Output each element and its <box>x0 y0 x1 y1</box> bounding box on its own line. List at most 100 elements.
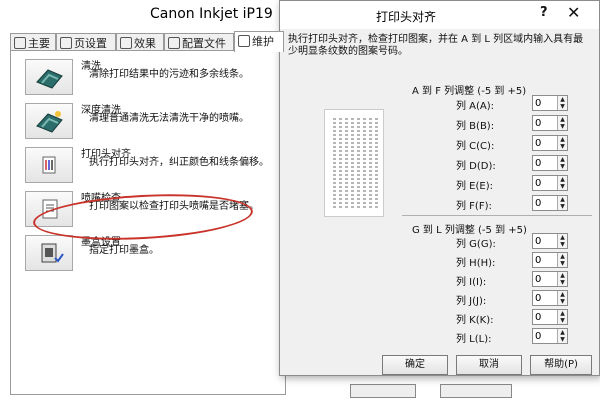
column-f-stepper[interactable]: ▲ ▼ <box>532 195 568 211</box>
column-d-input[interactable] <box>535 157 555 169</box>
item-description: 清除打印结果中的污迹和多余线条。 <box>89 69 249 80</box>
column-j-input[interactable] <box>535 292 555 304</box>
head-alignment-icon <box>42 156 56 174</box>
maintenance-item-deep-cleaning: 深度清洗 清理普通清洗无法清洗干净的喷嘴。 <box>25 101 275 145</box>
cartridge-settings-icon <box>41 243 64 263</box>
dialog-description: 执行打印头对齐，检查打印图案，并在 A 到 L 列区域内输入具有最少明显条纹数的… <box>288 34 584 57</box>
column-h-row: 列 H(H): ▲ ▼ <box>456 252 576 269</box>
column-i-stepper[interactable]: ▲ ▼ <box>532 271 568 287</box>
profile-icon <box>168 37 180 49</box>
spin-up-icon[interactable]: ▲ <box>557 176 567 183</box>
spin-down-icon[interactable]: ▼ <box>557 163 567 170</box>
column-j-row: 列 J(J): ▲ ▼ <box>456 290 576 307</box>
spin-up-icon[interactable]: ▲ <box>557 136 567 143</box>
spin-up-icon[interactable]: ▲ <box>557 272 567 279</box>
column-j-stepper[interactable]: ▲ ▼ <box>532 290 568 306</box>
deep-cleaning-button[interactable] <box>25 103 73 139</box>
column-g-input[interactable] <box>535 235 555 247</box>
column-g-stepper[interactable]: ▲ ▼ <box>532 233 568 249</box>
item-description: 指定打印墨盒。 <box>89 245 159 256</box>
tab-profiles[interactable]: 配置文件 <box>164 33 234 51</box>
maintenance-item-cleaning: 清洗 清除打印结果中的污迹和多余线条。 <box>25 57 275 101</box>
column-f-input[interactable] <box>535 197 555 209</box>
column-k-input[interactable] <box>535 311 555 323</box>
spin-up-icon[interactable]: ▲ <box>557 234 567 241</box>
head-alignment-dialog: 打印头对齐 ? ✕ 执行打印头对齐，检查打印图案，并在 A 到 L 列区域内输入… <box>279 0 600 376</box>
effects-icon <box>120 37 132 49</box>
spin-up-icon[interactable]: ▲ <box>557 253 567 260</box>
column-i-input[interactable] <box>535 273 555 285</box>
cartridge-settings-button[interactable] <box>25 235 73 271</box>
window-title: Canon Inkjet iP19 <box>150 6 273 22</box>
column-b-input[interactable] <box>535 117 555 129</box>
group-divider <box>402 215 592 216</box>
column-d-stepper[interactable]: ▲ ▼ <box>532 155 568 171</box>
tab-effects[interactable]: 效果 <box>116 33 164 51</box>
column-b-stepper[interactable]: ▲ ▼ <box>532 115 568 131</box>
help-button[interactable]: 帮助(P) <box>530 355 592 375</box>
column-e-input[interactable] <box>535 177 555 189</box>
pattern-column <box>375 118 378 208</box>
column-c-row: 列 C(C): ▲ ▼ <box>456 135 576 152</box>
tab-page-setup[interactable]: 页设置 <box>56 33 116 51</box>
column-c-input[interactable] <box>535 137 555 149</box>
spin-down-icon[interactable]: ▼ <box>557 298 567 305</box>
column-d-row: 列 D(D): ▲ ▼ <box>456 155 576 172</box>
dialog-title-bar: 打印头对齐 <box>280 1 599 29</box>
spin-down-icon[interactable]: ▼ <box>557 103 567 110</box>
back-window-button[interactable] <box>440 384 512 398</box>
ok-button[interactable]: 确定 <box>382 355 448 375</box>
item-description: 清理普通清洗无法清洗干净的喷嘴。 <box>89 113 249 124</box>
head-alignment-button[interactable] <box>25 147 73 183</box>
spin-up-icon[interactable]: ▲ <box>557 310 567 317</box>
column-e-row: 列 E(E): ▲ ▼ <box>456 175 576 192</box>
maintenance-item-head-alignment: 打印头对齐 执行打印头对齐，纠正颜色和线条偏移。 <box>25 145 275 189</box>
column-e-stepper[interactable]: ▲ ▼ <box>532 175 568 191</box>
column-c-stepper[interactable]: ▲ ▼ <box>532 135 568 151</box>
spin-down-icon[interactable]: ▼ <box>557 143 567 150</box>
printhead-clean-icon <box>36 69 63 89</box>
spin-down-icon[interactable]: ▼ <box>557 123 567 130</box>
column-l-stepper[interactable]: ▲ ▼ <box>532 328 568 344</box>
column-a-stepper[interactable]: ▲ ▼ <box>532 95 568 111</box>
column-h-input[interactable] <box>535 254 555 266</box>
spin-up-icon[interactable]: ▲ <box>557 291 567 298</box>
column-a-input[interactable] <box>535 97 555 109</box>
spin-up-icon[interactable]: ▲ <box>557 156 567 163</box>
spin-down-icon[interactable]: ▼ <box>557 183 567 190</box>
column-f-row: 列 F(F): ▲ ▼ <box>456 195 576 212</box>
column-k-row: 列 K(K): ▲ ▼ <box>456 309 576 326</box>
tab-main[interactable]: 主要 <box>10 33 56 51</box>
deep-clean-icon <box>36 111 63 133</box>
column-label: 列 C(C): <box>456 141 495 152</box>
spin-up-icon[interactable]: ▲ <box>557 329 567 336</box>
help-icon[interactable]: ? <box>540 5 548 20</box>
column-label: 列 G(G): <box>456 239 496 250</box>
spin-up-icon[interactable]: ▲ <box>557 116 567 123</box>
cancel-button[interactable]: 取消 <box>456 355 522 375</box>
spin-down-icon[interactable]: ▼ <box>557 317 567 324</box>
column-label: 列 L(L): <box>456 334 492 345</box>
pattern-column <box>339 118 342 208</box>
pattern-preview <box>324 109 384 217</box>
cleaning-button[interactable] <box>25 59 73 95</box>
column-l-input[interactable] <box>535 330 555 342</box>
column-h-stepper[interactable]: ▲ ▼ <box>532 252 568 268</box>
spin-down-icon[interactable]: ▼ <box>557 336 567 343</box>
close-icon[interactable]: ✕ <box>567 3 580 22</box>
column-k-stepper[interactable]: ▲ ▼ <box>532 309 568 325</box>
spin-down-icon[interactable]: ▼ <box>557 260 567 267</box>
tab-strip: 主要 页设置 效果 配置文件 维护 <box>10 31 290 52</box>
column-g-row: 列 G(G): ▲ ▼ <box>456 233 576 250</box>
pattern-column <box>345 118 348 208</box>
column-label: 列 E(E): <box>456 181 493 192</box>
back-window-button[interactable] <box>350 384 416 398</box>
column-l-row: 列 L(L): ▲ ▼ <box>456 328 576 345</box>
spin-down-icon[interactable]: ▼ <box>557 279 567 286</box>
spin-down-icon[interactable]: ▼ <box>557 203 567 210</box>
spin-down-icon[interactable]: ▼ <box>557 241 567 248</box>
spin-up-icon[interactable]: ▲ <box>557 196 567 203</box>
column-label: 列 D(D): <box>456 161 496 172</box>
tab-maintenance[interactable]: 维护 <box>234 31 284 52</box>
spin-up-icon[interactable]: ▲ <box>557 96 567 103</box>
